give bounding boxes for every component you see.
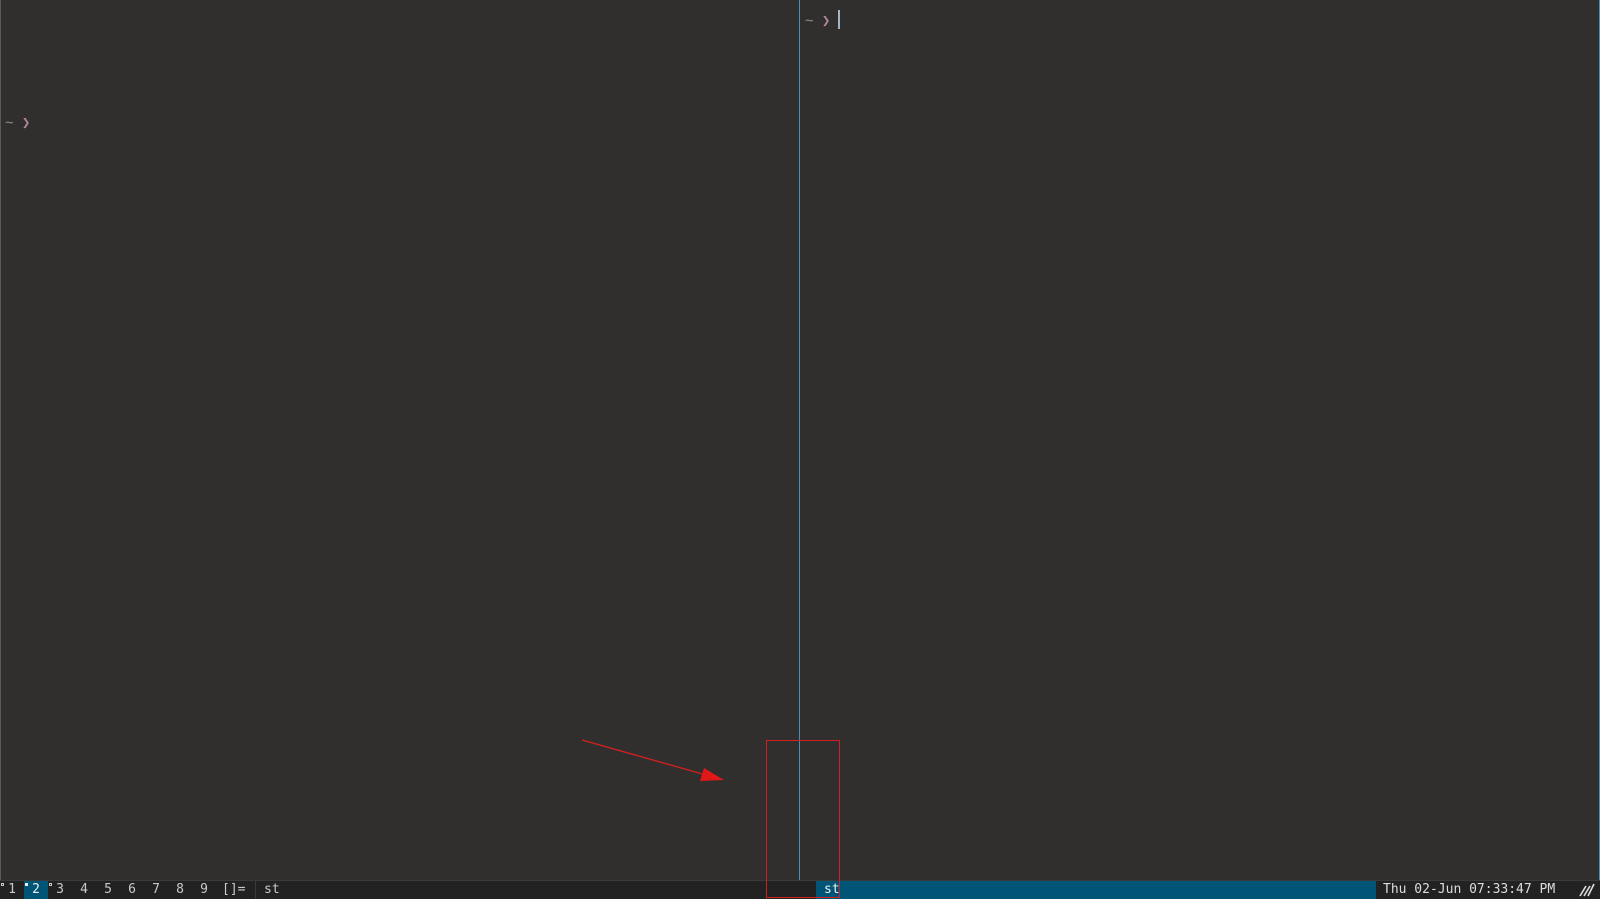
text-cursor [838, 10, 841, 29]
prompt-directory: ~ [805, 13, 814, 29]
occupied-indicator-icon [1, 883, 4, 886]
tag-2[interactable]: 2 [24, 881, 48, 899]
tag-label: 4 [80, 882, 88, 897]
terminal-pane-right[interactable]: ~ ❯ [799, 0, 1600, 880]
status-bar: 1 2 3 4 5 6 7 8 9 []= st st Thu 02-Jun 07:33:47 … [0, 880, 1600, 899]
occupied-indicator-icon [25, 883, 28, 886]
tag-label: 7 [152, 882, 160, 897]
tag-9[interactable]: 9 [192, 881, 216, 899]
tag-6[interactable]: 6 [120, 881, 144, 899]
clock: Thu 02-Jun 07:33:47 PM [1383, 882, 1556, 897]
tag-label: 6 [128, 882, 136, 897]
tag-label: 2 [32, 882, 40, 897]
tag-label: 5 [104, 882, 112, 897]
layout-symbol[interactable]: []= [222, 881, 245, 899]
tag-1[interactable]: 1 [0, 881, 24, 899]
prompt-symbol: ❯ [21, 115, 31, 131]
wifi-signal-icon[interactable] [1578, 883, 1596, 897]
window-title-active[interactable]: st [816, 881, 1376, 899]
tag-5[interactable]: 5 [96, 881, 120, 899]
terminal-pane-left[interactable]: ~ ❯ [0, 0, 799, 880]
tag-label: 8 [176, 882, 184, 897]
tag-label: 1 [8, 882, 16, 897]
tag-4[interactable]: 4 [72, 881, 96, 899]
tag-3[interactable]: 3 [48, 881, 72, 899]
prompt-directory: ~ [5, 115, 14, 131]
tag-label: 3 [56, 882, 64, 897]
occupied-indicator-icon [49, 883, 52, 886]
tag-label: 9 [200, 882, 208, 897]
prompt-symbol: ❯ [821, 13, 831, 29]
shell-prompt: ~ ❯ [805, 10, 841, 30]
tag-7[interactable]: 7 [144, 881, 168, 899]
tag-8[interactable]: 8 [168, 881, 192, 899]
shell-prompt: ~ ❯ [5, 114, 30, 132]
window-title-inactive[interactable]: st [255, 881, 816, 899]
